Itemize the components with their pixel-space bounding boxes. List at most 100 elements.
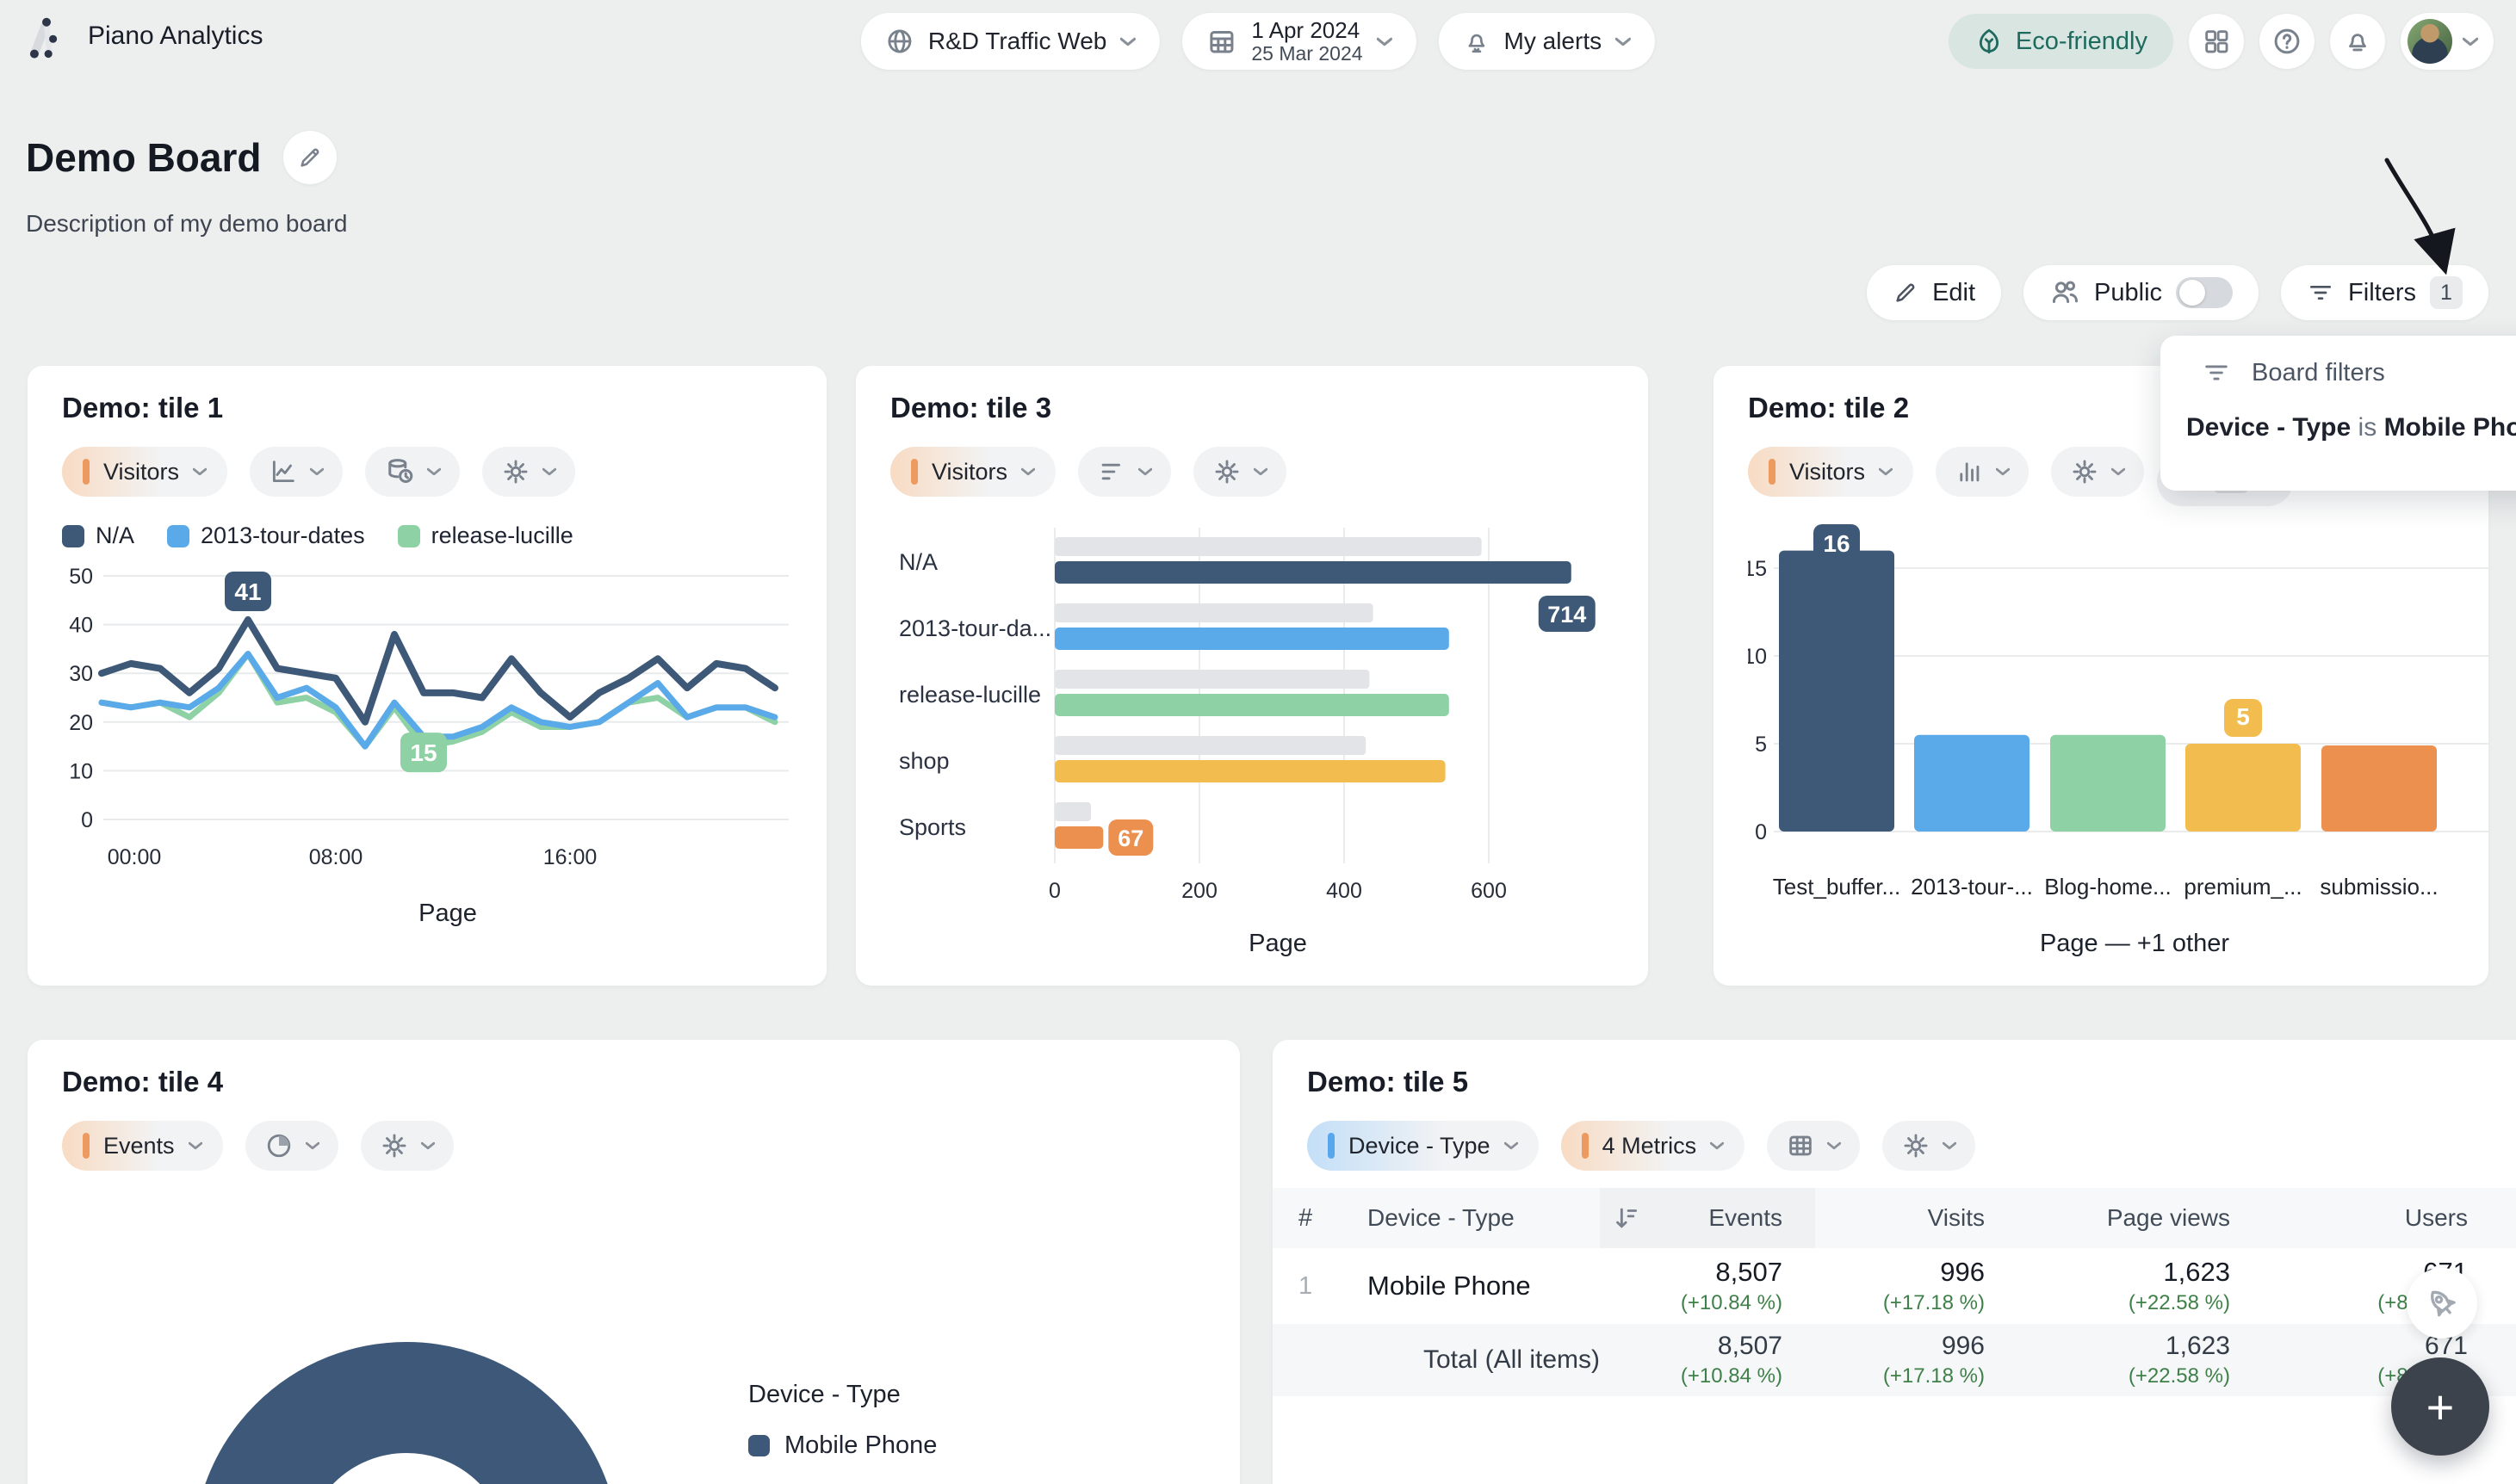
tile1-metric-selector[interactable]: Visitors [62,447,227,497]
tile1-settings[interactable] [482,447,575,497]
tile4-title: Demo: tile 4 [62,1066,1205,1098]
filters-button[interactable]: Filters 1 [2281,265,2488,320]
chevron-down-icon [1827,1141,1841,1150]
user-menu[interactable] [2401,13,2494,70]
notifications-button[interactable] [2330,14,2385,69]
eco-friendly-badge[interactable]: Eco-friendly [1949,14,2173,69]
site-selector-label: R&D Traffic Web [928,28,1106,55]
tile3-bar-chart: 0200400600N/A2013-tour-da...release-luci… [890,522,1631,962]
svg-text:Sports: Sports [899,814,966,840]
edit-board-button[interactable]: Edit [1867,265,2001,320]
tile2-settings[interactable] [2051,447,2144,497]
col-header-users[interactable]: Users [2263,1204,2513,1232]
svg-text:2013-tour-da...: 2013-tour-da... [899,615,1051,641]
tile4-metric-selector[interactable]: Events [62,1121,223,1171]
chevron-down-icon [1377,37,1392,46]
col-header-visits[interactable]: Visits [1815,1204,2017,1232]
tile2-chart-type-selector[interactable] [1936,447,2029,497]
public-switch[interactable] [2176,277,2233,308]
chevron-down-icon [189,1141,202,1150]
tile2-metric-selector[interactable]: Visitors [1748,447,1913,497]
site-selector[interactable]: R&D Traffic Web [861,13,1160,70]
dimension-accent-bar [1328,1133,1335,1159]
date-range-picker[interactable]: 1 Apr 2024 25 Mar 2024 [1182,13,1416,70]
col-header-pageviews[interactable]: Page views [2017,1204,2263,1232]
people-icon [2049,277,2080,308]
tile3-settings[interactable] [1193,447,1286,497]
rocket-icon [2423,1284,2461,1322]
legend-item[interactable]: Mobile Phone [748,1431,937,1460]
svg-text:15: 15 [410,739,437,766]
table-header-row: # Device - Type Events Visits Page views… [1273,1188,2516,1248]
edit-title-button[interactable] [283,131,337,184]
svg-text:600: 600 [1471,879,1507,903]
legend-item[interactable]: N/A [62,522,134,549]
filters-count-badge: 1 [2430,276,2463,309]
cell-change: (+22.58 %) [2017,1291,2230,1315]
date-range: 1 Apr 2024 25 Mar 2024 [1251,18,1362,65]
tile1-data-source-selector[interactable] [365,447,460,497]
board-filters-title: Board filters [2252,359,2385,387]
piano-analytics-logo-icon [24,14,69,59]
tile4-settings[interactable] [361,1121,454,1171]
tile3-metric-label: Visitors [932,459,1007,485]
svg-text:Test_buffer...: Test_buffer... [1773,874,1900,900]
legend-swatch [167,525,189,547]
filters-label: Filters [2348,279,2416,307]
pie-chart-icon [264,1131,294,1160]
col-header-events[interactable]: Events [1600,1188,1815,1248]
chevron-down-icon [1996,467,2010,476]
filter-icon [2307,279,2334,306]
tile5-title: Demo: tile 5 [1307,1066,2516,1098]
col-header-device[interactable]: Device - Type [1333,1204,1600,1232]
chevron-down-icon [2111,467,2125,476]
chevron-down-icon [1710,1141,1724,1150]
chevron-down-icon [1504,1141,1518,1150]
cell-value: 996 [1815,1332,1985,1361]
tile4-donut-chart [28,1186,803,1484]
gear-icon [501,457,530,486]
date-secondary: 25 Mar 2024 [1251,43,1362,65]
tile5-metrics-selector[interactable]: 4 Metrics [1561,1121,1745,1171]
tile5-settings[interactable] [1882,1121,1975,1171]
gear-icon [2070,457,2099,486]
my-alerts-button[interactable]: My alerts [1439,13,1656,70]
help-button[interactable] [2259,14,2315,69]
chevron-down-icon [1120,37,1136,46]
gear-icon [380,1131,409,1160]
tile1-chart-type-selector[interactable] [250,447,343,497]
col-header-rank[interactable]: # [1273,1204,1333,1233]
metric-accent-bar [83,459,90,485]
table-row[interactable]: 1 Mobile Phone 8,507 (+10.84 %) 996 (+17… [1273,1248,2516,1324]
add-tile-fab[interactable]: + [2391,1357,2489,1456]
tile3-metric-selector[interactable]: Visitors [890,447,1056,497]
tile3-chart-type-selector[interactable] [1078,447,1171,497]
tile5-dimension-selector[interactable]: Device - Type [1307,1121,1539,1171]
tile3-controls: Visitors [890,447,1614,497]
share-rocket-button[interactable] [2407,1268,2477,1339]
tile5-chart-type-selector[interactable] [1767,1121,1860,1171]
board-actions: Edit Public Filters 1 [1867,265,2488,320]
tile4-chart-type-selector[interactable] [245,1121,338,1171]
my-alerts-label: My alerts [1504,28,1602,55]
cell-change: (+10.84 %) [1600,1364,1782,1388]
board-filter-rule[interactable]: Device - Type is Mobile Phone [2160,413,2516,442]
svg-text:Blog-home...: Blog-home... [2044,874,2171,900]
tile1-title: Demo: tile 1 [62,392,792,424]
chevron-down-icon [1021,467,1035,476]
legend-item[interactable]: 2013-tour-dates [167,522,365,549]
cell-value: 996 [1815,1257,1985,1288]
apps-grid-button[interactable] [2189,14,2244,69]
svg-text:20: 20 [69,711,93,735]
plus-icon: + [2426,1379,2455,1435]
svg-text:16: 16 [1823,530,1850,557]
cell-value: 8,507 [1600,1257,1782,1288]
tile3-title: Demo: tile 3 [890,392,1614,424]
cell-value: 1,623 [2017,1257,2230,1288]
public-label: Public [2094,279,2162,307]
legend-item[interactable]: release-lucille [398,522,573,549]
chevron-down-icon [421,1141,435,1150]
public-toggle-button[interactable]: Public [2023,265,2259,320]
chevron-down-icon [310,467,324,476]
cell-events: 8,507 (+10.84 %) [1600,1257,1815,1315]
